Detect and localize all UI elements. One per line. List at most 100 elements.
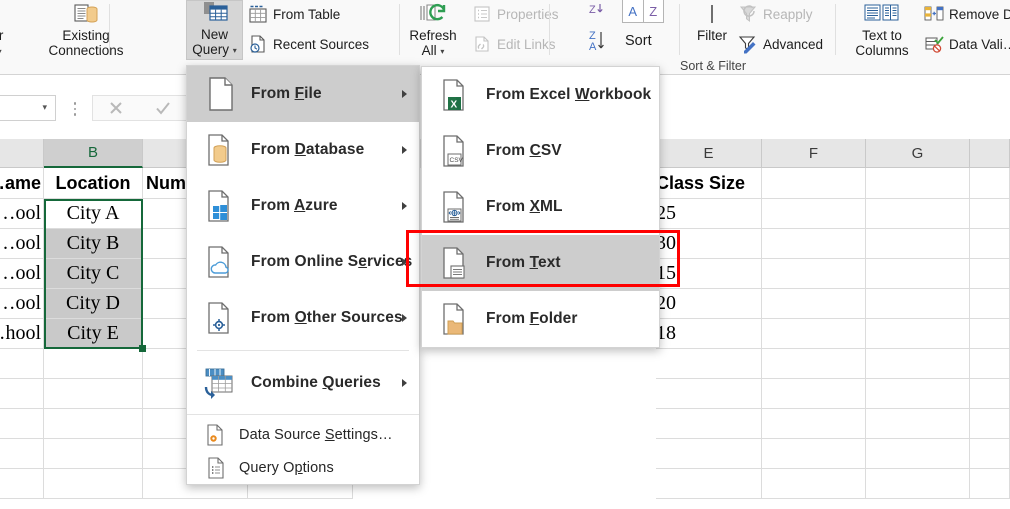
- cell-e7[interactable]: [656, 349, 762, 379]
- cell-f8[interactable]: [762, 379, 866, 409]
- submenu-item-from-xml[interactable]: From XML: [422, 179, 659, 235]
- cell-h8[interactable]: [970, 379, 1010, 409]
- submenu-item-from-text[interactable]: From Text: [422, 235, 659, 291]
- cell-b6[interactable]: City E: [44, 319, 143, 349]
- submenu-item-from-csv[interactable]: CSV From CSV: [422, 123, 659, 179]
- cell-h10[interactable]: [970, 439, 1010, 469]
- refresh-all-button[interactable]: Refresh All ▾: [400, 2, 466, 60]
- cell-e8[interactable]: [656, 379, 762, 409]
- cell-b8[interactable]: [44, 379, 143, 409]
- cell-e5[interactable]: 20: [656, 289, 762, 319]
- data-validation-button[interactable]: Data Vali…: [924, 32, 1010, 56]
- cell-h7[interactable]: [970, 349, 1010, 379]
- cell-e2[interactable]: 25: [656, 199, 762, 229]
- column-header-e[interactable]: E: [656, 139, 762, 168]
- cell-a5[interactable]: …ool: [0, 289, 44, 319]
- cell-f3[interactable]: [762, 229, 866, 259]
- enter-icon[interactable]: [140, 96, 187, 120]
- cell-f5[interactable]: [762, 289, 866, 319]
- menu-item-data-source-settings[interactable]: Data Source Settings…: [187, 418, 419, 451]
- cell-g3[interactable]: [866, 229, 970, 259]
- cell-h11[interactable]: [970, 469, 1010, 499]
- cell-a11[interactable]: [0, 469, 44, 499]
- cell-e10[interactable]: [656, 439, 762, 469]
- cell-a4[interactable]: …ool: [0, 259, 44, 289]
- cell-h3[interactable]: [970, 229, 1010, 259]
- chevron-down-icon[interactable]: ▾: [42, 102, 47, 113]
- cell-b9[interactable]: [44, 409, 143, 439]
- cell-b11[interactable]: [44, 469, 143, 499]
- column-header-h[interactable]: [970, 139, 1010, 168]
- menu-item-query-options[interactable]: Query Options: [187, 451, 419, 484]
- cell-h2[interactable]: [970, 199, 1010, 229]
- cell-e1[interactable]: Class Size: [656, 168, 762, 199]
- cell-g1[interactable]: [866, 168, 970, 199]
- cell-h4[interactable]: [970, 259, 1010, 289]
- cell-f6[interactable]: [762, 319, 866, 349]
- column-header-a[interactable]: [0, 139, 44, 168]
- new-query-menu[interactable]: From File From Database From Azure From …: [186, 65, 420, 485]
- cell-a3[interactable]: …ool: [0, 229, 44, 259]
- cell-f1[interactable]: [762, 168, 866, 199]
- sort-a-to-z-button[interactable]: A Z: [622, 0, 664, 23]
- cell-e4[interactable]: 15: [656, 259, 762, 289]
- column-header-f[interactable]: F: [762, 139, 866, 168]
- submenu-item-from-folder[interactable]: From Folder: [422, 291, 659, 347]
- cell-e6[interactable]: 18: [656, 319, 762, 349]
- cell-e11[interactable]: [656, 469, 762, 499]
- sort-za-button[interactable]: Z A: [582, 26, 622, 56]
- cell-a9[interactable]: [0, 409, 44, 439]
- cell-f4[interactable]: [762, 259, 866, 289]
- cell-f7[interactable]: [762, 349, 866, 379]
- cell-g11[interactable]: [866, 469, 970, 499]
- cell-g6[interactable]: [866, 319, 970, 349]
- cell-b4[interactable]: City C: [44, 259, 143, 289]
- sort-az-button[interactable]: Z: [584, 0, 618, 26]
- menu-item-from-online-services[interactable]: From Online Services: [187, 234, 419, 290]
- cell-h5[interactable]: [970, 289, 1010, 319]
- cell-b10[interactable]: [44, 439, 143, 469]
- cell-e3[interactable]: 30: [656, 229, 762, 259]
- recent-sources-button[interactable]: Recent Sources: [248, 32, 369, 56]
- cell-f11[interactable]: [762, 469, 866, 499]
- cell-b7[interactable]: [44, 349, 143, 379]
- from-table-button[interactable]: From Table: [248, 2, 340, 26]
- cancel-icon[interactable]: [93, 96, 140, 120]
- column-header-g[interactable]: G: [866, 139, 970, 168]
- from-other-sources-button[interactable]: rom Other Sources ▾: [0, 2, 16, 60]
- cell-f9[interactable]: [762, 409, 866, 439]
- column-header-b[interactable]: B: [44, 139, 143, 168]
- filter-button[interactable]: Filter: [686, 2, 738, 60]
- cell-a2[interactable]: …ool: [0, 199, 44, 229]
- remove-duplicates-button[interactable]: Remove D…: [924, 2, 1010, 26]
- advanced-filter-button[interactable]: Advanced: [738, 32, 823, 56]
- cell-b2[interactable]: City A: [44, 199, 143, 229]
- cell-b1[interactable]: Location: [44, 168, 143, 199]
- cell-a10[interactable]: [0, 439, 44, 469]
- cell-f2[interactable]: [762, 199, 866, 229]
- cell-b3[interactable]: City B: [44, 229, 143, 259]
- existing-connections-button[interactable]: Existing Connections: [30, 2, 142, 60]
- menu-item-combine-queries[interactable]: Combine Queries: [187, 355, 419, 411]
- cell-a6[interactable]: …hool: [0, 319, 44, 349]
- cell-a1[interactable]: …ame: [0, 168, 44, 199]
- cell-a8[interactable]: [0, 379, 44, 409]
- menu-item-from-other-sources[interactable]: From Other Sources: [187, 290, 419, 346]
- insert-function-icon[interactable]: [68, 99, 82, 119]
- cell-g9[interactable]: [866, 409, 970, 439]
- submenu-item-from-excel-workbook[interactable]: X From Excel Workbook: [422, 67, 659, 123]
- sort-button[interactable]: Sort: [625, 26, 652, 56]
- cell-h9[interactable]: [970, 409, 1010, 439]
- cell-g10[interactable]: [866, 439, 970, 469]
- menu-item-from-azure[interactable]: From Azure: [187, 178, 419, 234]
- fill-handle[interactable]: [139, 345, 146, 352]
- new-query-button[interactable]: New Query ▾: [186, 0, 243, 60]
- from-file-submenu[interactable]: X From Excel Workbook CSV From CSV From …: [421, 66, 660, 348]
- menu-item-from-file[interactable]: From File: [187, 66, 419, 122]
- cell-a7[interactable]: [0, 349, 44, 379]
- cell-h6[interactable]: [970, 319, 1010, 349]
- menu-item-from-database[interactable]: From Database: [187, 122, 419, 178]
- cell-g2[interactable]: [866, 199, 970, 229]
- text-to-columns-button[interactable]: Text to Columns: [846, 2, 918, 60]
- cell-g7[interactable]: [866, 349, 970, 379]
